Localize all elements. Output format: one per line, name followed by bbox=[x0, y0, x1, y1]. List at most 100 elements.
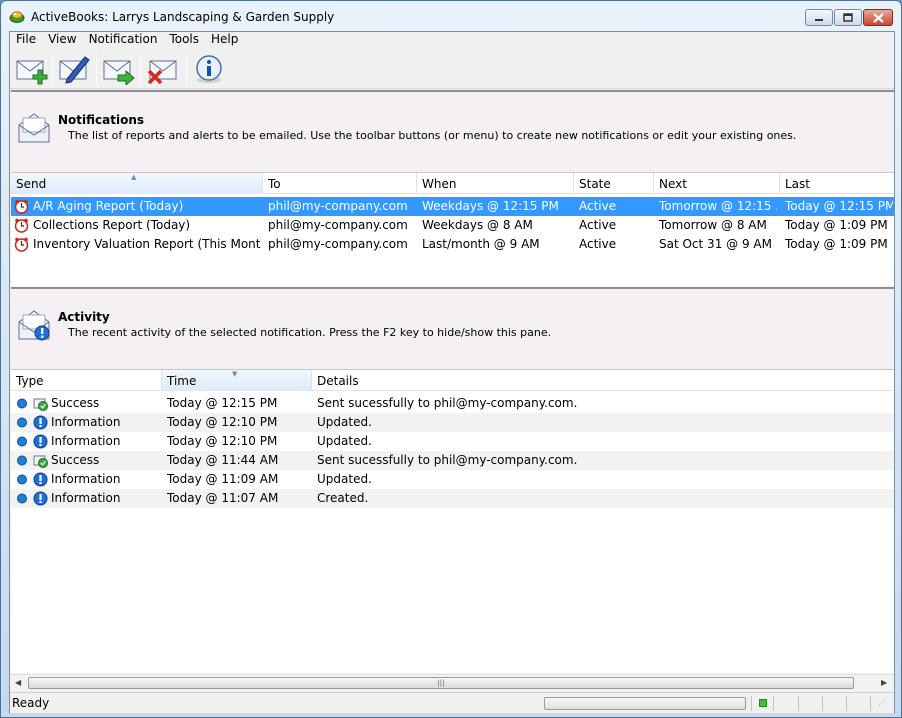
activity-time: Today @ 12:10 PM bbox=[167, 434, 278, 448]
activity-title: Activity bbox=[58, 310, 110, 324]
activity-row[interactable]: Information Today @ 11:07 AM Created. bbox=[11, 489, 894, 508]
activity-details: Sent sucessfully to phil@my-company.com. bbox=[317, 396, 578, 410]
send-notification-icon bbox=[103, 60, 135, 85]
activity-row[interactable]: Information Today @ 12:10 PM Updated. bbox=[11, 413, 894, 432]
menu-file[interactable]: File bbox=[10, 32, 42, 48]
toolbar bbox=[10, 49, 894, 89]
close-button[interactable] bbox=[863, 9, 893, 26]
scroll-left-icon[interactable]: ◀ bbox=[15, 678, 21, 687]
status-bar: Ready ⋰ bbox=[10, 692, 894, 713]
column-header-time[interactable]: Time ▼ bbox=[162, 370, 312, 391]
column-header-send[interactable]: Send ▲ bbox=[11, 173, 263, 194]
client-area: File View Notification Tools Help Notifi… bbox=[9, 31, 895, 713]
blue-dot-icon bbox=[17, 417, 27, 428]
menu-bar: File View Notification Tools Help bbox=[10, 32, 894, 48]
envelope-alert-icon bbox=[18, 310, 50, 341]
notification-row[interactable]: Collections Report (Today) phil@my-compa… bbox=[11, 216, 894, 235]
progress-bar bbox=[544, 697, 746, 710]
alarm-clock-icon bbox=[14, 199, 29, 214]
column-header-type[interactable]: Type bbox=[11, 370, 162, 391]
activity-details: Sent sucessfully to phil@my-company.com. bbox=[317, 453, 578, 467]
notification-send: Inventory Valuation Report (This Month) bbox=[33, 237, 261, 251]
about-button[interactable] bbox=[190, 51, 228, 87]
notification-to: phil@my-company.com bbox=[268, 218, 408, 232]
notifications-header: Notifications The list of reports and al… bbox=[11, 90, 894, 170]
success-check-icon bbox=[33, 455, 48, 468]
new-notification-button[interactable] bbox=[13, 51, 51, 87]
notification-when: Last/month @ 9 AM bbox=[422, 237, 540, 251]
scrollbar-thumb[interactable]: ||| bbox=[28, 677, 854, 689]
activity-time: Today @ 11:44 AM bbox=[167, 453, 279, 467]
resize-grip-icon[interactable]: ⋰ bbox=[878, 698, 890, 710]
edit-notification-button[interactable] bbox=[56, 51, 94, 87]
information-icon bbox=[33, 434, 48, 449]
alarm-clock-icon bbox=[14, 218, 29, 233]
title-bar[interactable]: ActiveBooks: Larrys Landscaping & Garden… bbox=[1, 1, 901, 31]
delete-notification-icon bbox=[147, 60, 177, 85]
edit-notification-icon bbox=[59, 56, 90, 84]
delete-notification-button[interactable] bbox=[144, 51, 182, 87]
column-header-last[interactable]: Last bbox=[780, 173, 894, 194]
activity-header: Activity The recent activity of the sele… bbox=[11, 287, 894, 367]
scroll-right-icon[interactable]: ▶ bbox=[881, 678, 887, 687]
activity-description: The recent activity of the selected noti… bbox=[68, 326, 552, 339]
blue-dot-icon bbox=[17, 474, 27, 485]
activity-row[interactable]: Success Today @ 12:15 PM Sent sucessfull… bbox=[11, 394, 894, 413]
menu-tools[interactable]: Tools bbox=[163, 32, 205, 48]
sort-ascending-icon: ▲ bbox=[131, 173, 137, 181]
activity-list-header: Type Time ▼ Details bbox=[11, 370, 894, 391]
notification-last: Today @ 12:15 PM bbox=[785, 199, 893, 213]
notifications-list[interactable]: Send ▲ To When State Next Last A/R Aging… bbox=[11, 172, 894, 286]
sort-descending-icon: ▼ bbox=[232, 370, 238, 378]
information-icon bbox=[33, 415, 48, 430]
column-header-to[interactable]: To bbox=[263, 173, 417, 194]
notification-row[interactable]: A/R Aging Report (Today) phil@my-company… bbox=[11, 197, 894, 216]
column-header-next[interactable]: Next bbox=[654, 173, 780, 194]
status-indicator-icon bbox=[759, 699, 767, 707]
activity-type: Success bbox=[51, 396, 100, 410]
info-icon bbox=[196, 55, 222, 83]
notification-to: phil@my-company.com bbox=[268, 199, 408, 213]
menu-notification[interactable]: Notification bbox=[83, 32, 164, 48]
notification-state: Active bbox=[579, 199, 617, 213]
app-logo-icon bbox=[9, 11, 25, 23]
activity-details: Updated. bbox=[317, 415, 372, 429]
activity-type: Information bbox=[51, 491, 121, 505]
minimize-button[interactable] bbox=[805, 9, 833, 26]
activity-details: Updated. bbox=[317, 472, 372, 486]
notification-send: A/R Aging Report (Today) bbox=[33, 199, 184, 213]
notification-next: Tomorrow @ 8 AM bbox=[659, 218, 767, 232]
blue-dot-icon bbox=[17, 493, 27, 504]
column-header-state[interactable]: State bbox=[574, 173, 654, 194]
activity-row[interactable]: Success Today @ 11:44 AM Sent sucessfull… bbox=[11, 451, 894, 470]
notification-when: Weekdays @ 8 AM bbox=[422, 218, 533, 232]
maximize-button[interactable] bbox=[834, 9, 862, 26]
activity-type: Information bbox=[51, 415, 121, 429]
minimize-icon bbox=[815, 18, 823, 21]
notification-state: Active bbox=[579, 237, 617, 251]
notification-state: Active bbox=[579, 218, 617, 232]
menu-view[interactable]: View bbox=[42, 32, 82, 48]
activity-details: Updated. bbox=[317, 434, 372, 448]
column-header-when[interactable]: When bbox=[417, 173, 574, 194]
blue-dot-icon bbox=[17, 436, 27, 447]
activity-row[interactable]: Information Today @ 12:10 PM Updated. bbox=[11, 432, 894, 451]
new-notification-icon bbox=[16, 60, 48, 85]
notifications-title: Notifications bbox=[58, 113, 145, 127]
information-icon bbox=[33, 472, 48, 487]
activity-list[interactable]: Type Time ▼ Details Success Today @ 12:1… bbox=[11, 369, 894, 673]
notification-to: phil@my-company.com bbox=[268, 237, 408, 251]
activity-time: Today @ 12:10 PM bbox=[167, 415, 278, 429]
column-header-details[interactable]: Details bbox=[312, 370, 894, 391]
activity-type: Success bbox=[51, 453, 100, 467]
close-icon bbox=[872, 12, 884, 23]
activity-row[interactable]: Information Today @ 11:09 AM Updated. bbox=[11, 470, 894, 489]
horizontal-scrollbar[interactable]: ◀ ||| ▶ bbox=[11, 674, 894, 691]
activity-time: Today @ 11:09 AM bbox=[167, 472, 279, 486]
notification-row[interactable]: Inventory Valuation Report (This Month) … bbox=[11, 235, 894, 254]
notification-last: Today @ 1:09 PM bbox=[785, 218, 888, 232]
menu-help[interactable]: Help bbox=[205, 32, 244, 48]
notification-next: Sat Oct 31 @ 9 AM bbox=[659, 237, 772, 251]
send-notification-button[interactable] bbox=[100, 51, 138, 87]
activity-type: Information bbox=[51, 434, 121, 448]
